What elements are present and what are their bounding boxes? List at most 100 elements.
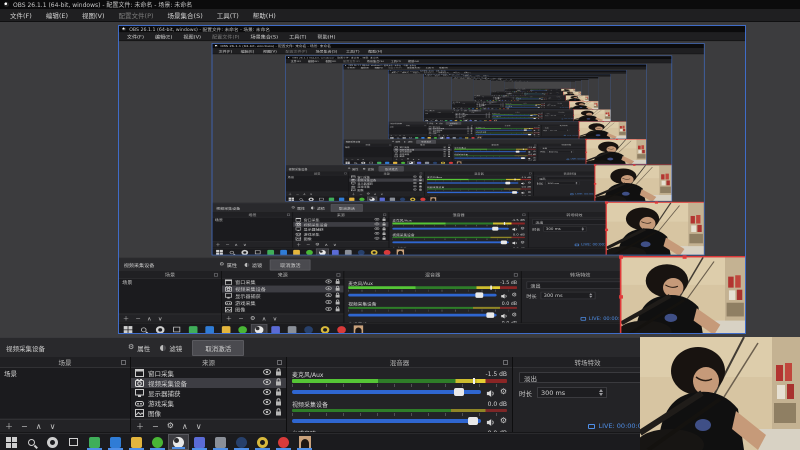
transition-select[interactable]: 淡出 (526, 281, 634, 289)
taskbar-app-display[interactable] (387, 197, 397, 201)
dock-options-icon[interactable] (389, 144, 392, 146)
taskbar-app-display[interactable] (342, 248, 355, 255)
transition-select[interactable]: 淡出 (532, 219, 617, 225)
remove-source-button[interactable]: − (306, 243, 310, 247)
source-item-game-capture[interactable]: 游戏采集 (222, 299, 344, 306)
search-button[interactable] (296, 197, 306, 201)
lock-icon[interactable] (275, 368, 282, 378)
source-item-display-capture[interactable]: 显示器捕获 (131, 388, 286, 398)
lock-icon[interactable] (382, 236, 386, 241)
filters-button[interactable]: 滤镜 (160, 343, 182, 353)
volume-slider[interactable] (454, 157, 526, 160)
menu-file[interactable]: 文件(F) (121, 33, 149, 39)
eye-icon[interactable] (374, 222, 380, 227)
lock-icon[interactable] (335, 285, 340, 293)
scene-item[interactable]: 场景 (388, 126, 427, 128)
dock-options-icon[interactable] (541, 112, 543, 113)
menu-help[interactable]: 帮助(H) (246, 10, 283, 20)
dock-options-icon[interactable] (344, 172, 347, 175)
transition-select[interactable]: 淡出 (536, 176, 604, 181)
taskbar-app-person[interactable] (294, 434, 315, 450)
remove-scene-button[interactable]: − (135, 315, 140, 321)
lock-icon[interactable] (275, 378, 282, 388)
eye-icon[interactable] (374, 227, 380, 231)
duration-input[interactable]: 300 ms (543, 226, 587, 232)
volume-slider[interactable] (426, 191, 519, 194)
webcam-video[interactable] (578, 121, 627, 139)
taskbar-app-video[interactable] (189, 434, 210, 450)
taskbar-app-green[interactable] (375, 161, 383, 164)
taskbar-app-yellow-ring[interactable] (252, 434, 273, 450)
dock-options-icon[interactable] (286, 213, 291, 216)
taskbar-app-dark-circle[interactable] (231, 434, 252, 450)
taskbar-app-person[interactable] (455, 161, 463, 164)
taskbar-app-red-circle[interactable] (333, 324, 349, 333)
taskbar-app-folder[interactable] (391, 161, 399, 164)
stepper-arrows-icon[interactable] (567, 129, 569, 131)
lock-icon[interactable] (275, 408, 282, 418)
taskbar-app-obs[interactable] (407, 161, 416, 164)
transition-select[interactable]: 淡出 (519, 372, 656, 383)
source-properties-button[interactable]: ⚙ (366, 193, 369, 196)
taskbar-app-green[interactable] (326, 197, 336, 201)
source-up-button[interactable]: ∧ (262, 315, 267, 321)
eye-icon[interactable] (374, 231, 380, 236)
scene-item[interactable]: 场景 (424, 113, 454, 114)
menu-edit[interactable]: 编辑(E) (305, 59, 323, 63)
scene-up-button[interactable]: ∧ (303, 193, 306, 196)
scene-down-button[interactable]: ∨ (310, 193, 313, 196)
taskbar-app-yellow-ring[interactable] (317, 324, 333, 333)
menu-view[interactable]: 视图(V) (178, 33, 207, 39)
menu-edit[interactable]: 编辑(E) (149, 33, 177, 39)
taskbar-app-dark-circle[interactable] (355, 248, 368, 255)
remove-source-button[interactable]: − (238, 315, 243, 321)
dock-options-icon[interactable] (121, 360, 126, 365)
dock-options-icon[interactable] (513, 273, 518, 277)
source-down-button[interactable]: ∨ (273, 315, 278, 321)
taskbar-app-dark-circle[interactable] (431, 161, 439, 164)
lock-icon[interactable] (335, 292, 340, 299)
add-source-button[interactable]: ＋ (352, 192, 356, 196)
volume-slider[interactable] (392, 226, 509, 231)
remove-source-button[interactable]: − (152, 422, 159, 431)
cortana-button[interactable] (152, 324, 168, 333)
deactivate-button[interactable]: 取消激活 (330, 203, 363, 212)
cortana-button[interactable] (359, 161, 367, 164)
menu-profile[interactable]: 配置文件(P) (340, 59, 364, 63)
taskbar-app-dark-circle[interactable] (300, 324, 316, 333)
properties-button[interactable]: ⚙ 属性 (348, 167, 359, 170)
taskbar-app-green-circle[interactable] (357, 197, 367, 201)
add-scene-button[interactable]: ＋ (123, 315, 129, 323)
channel-settings-icon[interactable]: ⚙ (520, 240, 524, 244)
taskbar-app-green-circle[interactable] (399, 161, 407, 164)
source-properties-button[interactable]: ⚙ (167, 422, 174, 430)
dock-options-icon[interactable] (452, 112, 454, 113)
channel-settings-icon[interactable]: ⚙ (528, 191, 531, 194)
filters-button[interactable]: 滤镜 (363, 167, 374, 170)
add-source-button[interactable]: ＋ (226, 315, 232, 323)
taskbar-app-green-circle[interactable] (234, 324, 250, 333)
menu-help[interactable]: 帮助(H) (364, 49, 387, 54)
eye-icon[interactable] (325, 293, 332, 298)
search-button[interactable] (351, 161, 359, 164)
search-button[interactable] (21, 434, 42, 450)
taskbar-app-folder[interactable] (126, 434, 147, 450)
menu-scene-collection[interactable]: 场景集合(S) (161, 10, 210, 20)
taskbar-app-obs[interactable] (168, 434, 189, 450)
taskbar-app-green-circle[interactable] (303, 248, 316, 255)
display-capture-source[interactable]: OBS 26.1.1 (64-bit, windows) - 配置文件: 未命名… (388, 70, 627, 139)
source-item-display-capture[interactable]: 显示器捕获 (222, 292, 344, 299)
remove-source-button[interactable]: − (359, 193, 362, 196)
scene-item[interactable]: 场景 (119, 279, 221, 285)
dock-options-icon[interactable] (488, 112, 490, 113)
lock-icon[interactable] (335, 299, 340, 306)
properties-button[interactable]: ⚙ 属性 (219, 261, 236, 268)
menu-view[interactable]: 视图(V) (259, 49, 282, 54)
menu-profile[interactable]: 配置文件(P) (112, 10, 161, 20)
stepper-arrows-icon[interactable] (561, 105, 563, 106)
taskbar-app-yellow-ring[interactable] (408, 197, 418, 201)
task-view-button[interactable] (63, 434, 84, 450)
scene-up-button[interactable]: ∧ (36, 422, 42, 431)
taskbar-app-red-circle[interactable] (381, 248, 394, 255)
taskbar-app-folder[interactable] (290, 248, 303, 255)
